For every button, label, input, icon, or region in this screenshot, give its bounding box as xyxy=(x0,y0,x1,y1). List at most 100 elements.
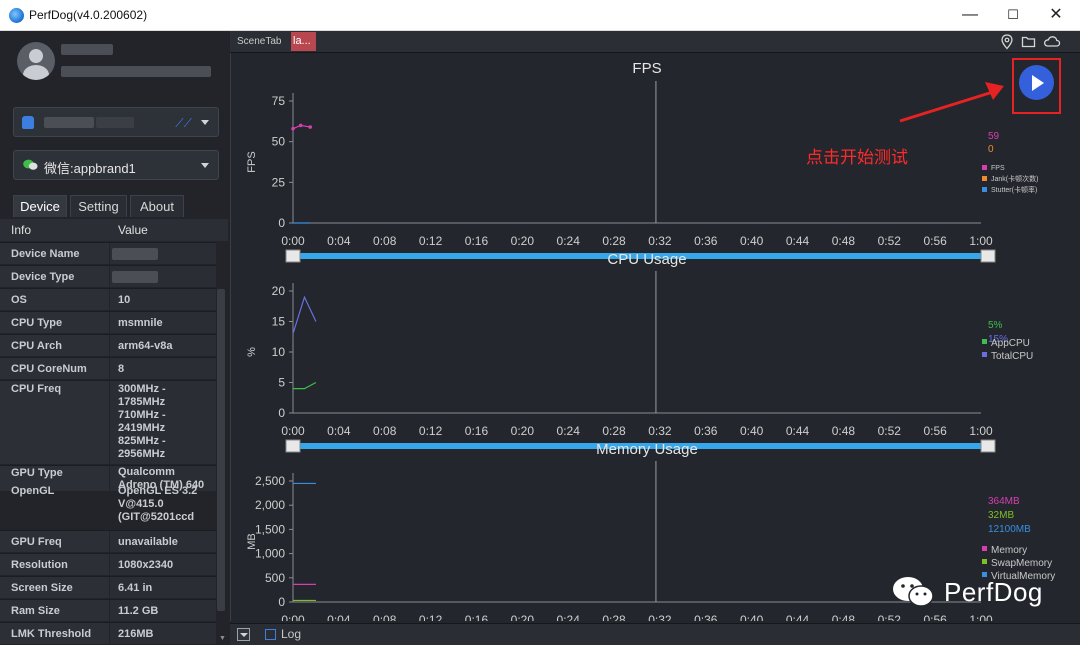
x-tick-label: 0:44 xyxy=(786,613,810,621)
legend-swatch xyxy=(982,187,987,192)
table-row: CPU Freq 300MHz - 1785MHz 710MHz - 2419M… xyxy=(0,380,216,464)
y-axis-label: % xyxy=(246,347,258,357)
bottom-bar: Log xyxy=(230,623,1080,645)
row-value: 300MHz - 1785MHz 710MHz - 2419MHz 825MHz… xyxy=(118,383,166,460)
row-value: 216MB xyxy=(118,628,154,640)
table-row: OS 10 xyxy=(0,288,216,310)
y-tick-label: 0 xyxy=(278,406,285,420)
scroll-down-icon[interactable]: ▼ xyxy=(219,635,226,642)
perfdog-app-icon xyxy=(9,8,24,23)
watermark-text: PerfDog xyxy=(944,577,1043,607)
device-id-redacted xyxy=(96,117,134,128)
chart-area: FPS FPS 75 50 25 0 0:00 0:04 0:08 0:12 0:16 0:20 0:2… xyxy=(230,53,1078,642)
tab-setting[interactable]: Setting xyxy=(70,195,127,217)
row-key: OS xyxy=(11,294,27,306)
y-tick-label: 0 xyxy=(278,595,285,609)
log-label: Log xyxy=(281,627,302,641)
x-tick-label: 0:08 xyxy=(373,424,397,438)
legend-label: TotalCPU xyxy=(991,351,1033,362)
x-tick-label: 0:48 xyxy=(832,613,856,621)
app-select[interactable]: 微信:appbrand1 xyxy=(13,150,219,180)
row-value: 10 xyxy=(118,294,131,306)
x-tick-label: 0:36 xyxy=(694,613,718,621)
chart-title: CPU Usage xyxy=(607,251,686,268)
cloud-icon[interactable] xyxy=(1043,34,1061,49)
info-scrollbar[interactable] xyxy=(217,289,225,611)
current-value: 364MB xyxy=(988,496,1020,507)
legend-label: SwapMemory xyxy=(991,558,1052,569)
y-tick-label: 0 xyxy=(278,216,285,230)
close-button[interactable]: ✕ xyxy=(1046,5,1066,25)
x-tick-label: 1:00 xyxy=(969,424,993,438)
row-key: CPU Arch xyxy=(11,340,62,352)
current-value: 0 xyxy=(988,144,994,155)
legend-swatch xyxy=(982,176,987,181)
row-value: 6.41 in xyxy=(118,582,153,594)
user-name-redacted xyxy=(61,44,113,55)
start-test-button[interactable] xyxy=(1019,65,1054,100)
device-select[interactable]: ⟋⟋ xyxy=(13,107,219,137)
x-tick-label: 0:28 xyxy=(602,234,626,248)
timeline-handle-end xyxy=(980,249,996,263)
x-tick-label: 0:52 xyxy=(878,424,902,438)
app-select-value: 微信:appbrand1 xyxy=(44,161,136,176)
x-tick-label: 0:32 xyxy=(648,234,672,248)
x-tick-label: 0:28 xyxy=(602,424,626,438)
x-tick-label: 0:44 xyxy=(786,234,810,248)
x-tick-label: 1:00 xyxy=(969,613,993,621)
tab-about[interactable]: About xyxy=(130,195,184,217)
legend-label: Stutter(卡顿率) xyxy=(991,185,1037,194)
location-icon[interactable] xyxy=(1000,34,1014,50)
x-tick-label: 0:40 xyxy=(740,613,764,621)
fps-point xyxy=(308,125,312,129)
tab-device[interactable]: Device xyxy=(13,195,67,217)
usb-connection-icon: ⟋⟋ xyxy=(175,116,192,130)
x-tick-label: 0:24 xyxy=(557,424,581,438)
x-tick-label: 0:12 xyxy=(419,234,443,248)
y-tick-label: 500 xyxy=(265,571,285,585)
charts-svg: FPSFPS75502500:00 0:04 0:08 0:12 0:16 0:20 0:2… xyxy=(246,60,1055,642)
x-tick-label: 0:48 xyxy=(832,234,856,248)
table-row: Device Type xyxy=(0,265,216,287)
current-value: 5% xyxy=(988,320,1003,331)
y-tick-label: 2,000 xyxy=(255,498,285,512)
window-titlebar: PerfDog(v4.0.200602) — ☐ ✕ xyxy=(0,0,1080,31)
avatar[interactable] xyxy=(17,42,55,80)
y-tick-label: 10 xyxy=(272,345,286,359)
legend-label: Memory xyxy=(991,545,1027,556)
x-tick-label: 0:52 xyxy=(878,234,902,248)
row-key: Screen Size xyxy=(11,582,73,594)
row-key: GPU Freq xyxy=(11,536,62,548)
y-tick-label: 75 xyxy=(272,94,286,108)
fps-point xyxy=(298,123,303,128)
row-key: Device Type xyxy=(11,271,75,283)
chart-title: FPS xyxy=(632,60,661,77)
expand-menu-button[interactable] xyxy=(237,628,250,641)
minimize-button[interactable]: — xyxy=(960,5,980,25)
x-tick-label: 0:24 xyxy=(557,613,581,621)
wechat-watermark-icon xyxy=(893,577,934,607)
legend-swatch xyxy=(982,559,987,564)
log-checkbox[interactable] xyxy=(265,629,276,640)
x-tick-label: 0:40 xyxy=(740,424,764,438)
x-tick-label: 0:08 xyxy=(373,613,397,621)
scene-tab-active[interactable]: la... xyxy=(291,32,316,51)
table-row: CPU CoreNum 8 xyxy=(0,357,216,379)
folder-icon[interactable] xyxy=(1021,34,1036,49)
chart-title: Memory Usage xyxy=(596,441,698,458)
x-tick-label: 0:20 xyxy=(511,613,535,621)
android-icon xyxy=(22,116,34,129)
x-tick-label: 0:32 xyxy=(648,613,672,621)
row-key: GPU Type xyxy=(11,467,63,479)
x-tick-label: 0:04 xyxy=(327,613,351,621)
x-tick-label: 1:00 xyxy=(969,234,993,248)
legend-swatch xyxy=(982,546,987,551)
start-test-hint: 点击开始测试 xyxy=(806,148,908,167)
table-row: OpenGL OpenGL ES 3.2 V@415.0 (GIT@5201cc… xyxy=(0,484,216,530)
maximize-button[interactable]: ☐ xyxy=(1003,5,1023,25)
legend-swatch xyxy=(982,352,987,357)
row-value: msmnile xyxy=(118,317,163,329)
y-tick-label: 1,500 xyxy=(255,522,285,536)
row-value: 11.2 GB xyxy=(118,605,159,617)
row-value: 8 xyxy=(118,363,125,375)
